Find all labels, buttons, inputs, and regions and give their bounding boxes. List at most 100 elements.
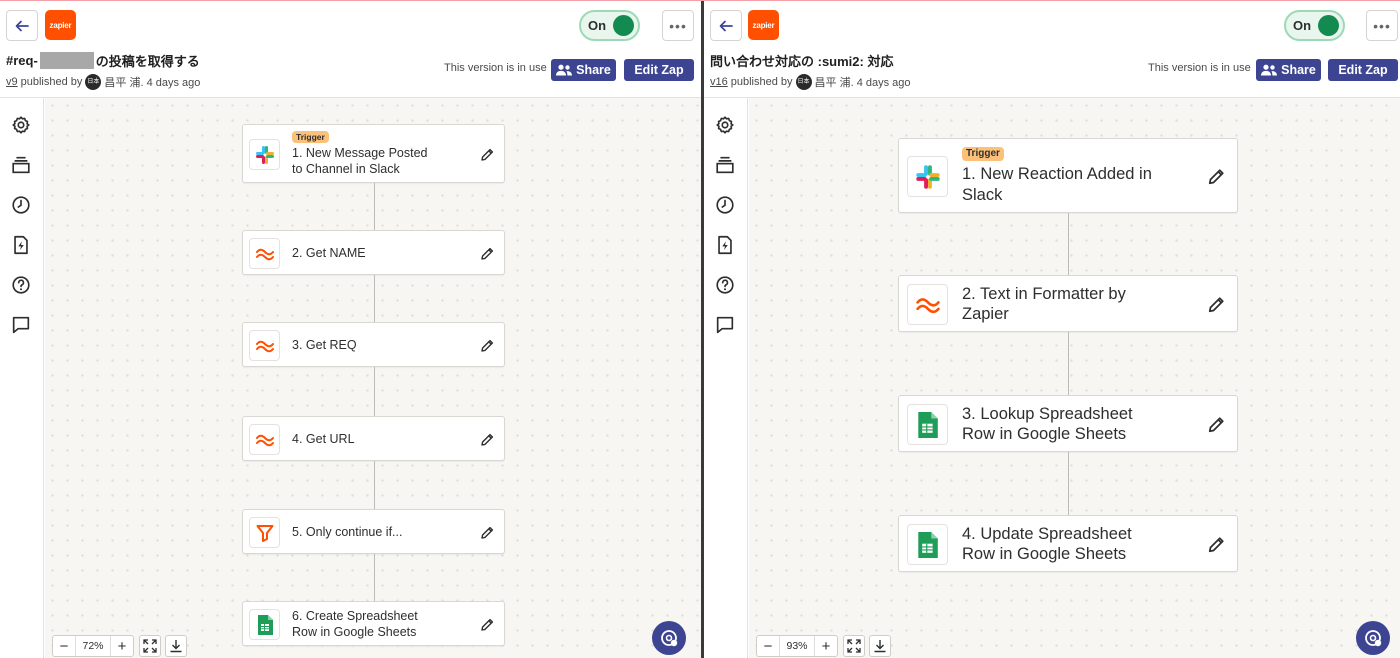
filter-icon	[249, 517, 280, 548]
version-in-use-label: This version is in use	[444, 62, 547, 74]
version-meta: v16 published by 日本 昌平 浦. 4 days ago	[710, 74, 911, 90]
step-title: 3. Get REQ	[292, 337, 357, 352]
step-connector	[1068, 452, 1069, 515]
step-card-2[interactable]: 2. Get NAME	[242, 230, 505, 275]
logo-text: zapier	[752, 20, 775, 30]
history-clock-icon[interactable]	[10, 194, 32, 216]
edit-pencil-icon[interactable]	[479, 246, 495, 267]
formatter-icon	[907, 284, 948, 325]
zapier-logo: zapier	[45, 10, 76, 40]
step-card-5[interactable]: 5. Only continue if...	[242, 509, 505, 554]
slack-icon	[249, 139, 280, 170]
zap-title: #req- の投稿を取得する	[6, 51, 200, 70]
redacted-text	[39, 52, 94, 69]
edit-zap-button[interactable]: Edit Zap	[624, 59, 694, 81]
versions-icon[interactable]	[714, 154, 736, 176]
edit-pencil-icon[interactable]	[1206, 295, 1226, 320]
share-label: Share	[1281, 63, 1316, 77]
arrow-left-icon	[719, 20, 733, 31]
more-options-button[interactable]: •••	[662, 10, 694, 41]
step-title: 2. Get NAME	[292, 245, 366, 260]
share-label: Share	[576, 63, 611, 77]
avatar: 日本	[795, 74, 812, 90]
step-card-4[interactable]: 4. Update Spreadsheet Row in Google Shee…	[898, 515, 1238, 572]
arrow-left-icon	[15, 20, 29, 31]
zoom-out-button[interactable]: −	[53, 636, 75, 656]
zoom-level: 72%	[75, 636, 111, 656]
window-top-border	[0, 0, 1400, 1]
comment-icon[interactable]	[714, 314, 736, 336]
expand-icon	[847, 639, 861, 653]
zoom-in-button[interactable]: +	[815, 636, 837, 656]
more-options-button[interactable]: •••	[1366, 10, 1398, 41]
author-info: 昌平 浦. 4 days ago	[814, 77, 911, 89]
edit-pencil-icon[interactable]	[1206, 535, 1226, 560]
help-question-icon[interactable]	[10, 274, 32, 296]
logo-text: zapier	[49, 20, 72, 30]
step-connector	[1068, 213, 1069, 275]
published-by-label: published by	[20, 76, 83, 88]
help-question-icon[interactable]	[714, 274, 736, 296]
step-title: 5. Only continue if...	[292, 524, 403, 539]
edit-pencil-icon[interactable]	[1206, 167, 1226, 192]
workflow-canvas[interactable]: Trigger 1. New Message Posted to Channel …	[45, 98, 701, 658]
zap-on-toggle[interactable]: On	[1284, 10, 1345, 41]
step-card-1[interactable]: Trigger 1. New Reaction Added in Slack	[898, 138, 1238, 213]
comment-icon[interactable]	[10, 314, 32, 336]
back-button[interactable]	[6, 10, 38, 41]
toggle-label: On	[588, 18, 607, 33]
edit-pencil-icon[interactable]	[479, 338, 495, 359]
version-link[interactable]: v16	[710, 76, 728, 88]
version-meta: v9 published by 日本 昌平 浦. 4 days ago	[6, 74, 200, 90]
share-button[interactable]: Share	[551, 59, 616, 81]
zap-on-toggle[interactable]: On	[579, 10, 640, 41]
step-card-2[interactable]: 2. Text in Formatter by Zapier	[898, 275, 1238, 332]
fit-to-screen-button[interactable]	[843, 635, 865, 657]
zap-editor-pane-left: zapier On ••• #req- の投稿を取得する v9 publishe…	[0, 1, 701, 658]
step-card-3[interactable]: 3. Lookup Spreadsheet Row in Google Shee…	[898, 395, 1238, 452]
step-card-3[interactable]: 3. Get REQ	[242, 322, 505, 367]
edit-pencil-icon[interactable]	[1206, 415, 1226, 440]
fit-to-screen-button[interactable]	[139, 635, 161, 657]
support-icon	[1365, 630, 1382, 647]
zoom-in-button[interactable]: +	[111, 636, 133, 656]
step-title: 4. Update Spreadsheet Row in Google Shee…	[962, 524, 1132, 564]
people-icon	[1261, 64, 1278, 76]
support-icon	[661, 630, 678, 647]
edit-pencil-icon[interactable]	[479, 525, 495, 546]
version-link[interactable]: v9	[6, 76, 18, 88]
step-title: 3. Lookup Spreadsheet Row in Google Shee…	[962, 404, 1133, 444]
toggle-knob	[1318, 15, 1339, 36]
google-sheets-icon	[907, 524, 948, 565]
step-card-6[interactable]: 6. Create Spreadsheet Row in Google Shee…	[242, 601, 505, 646]
zoom-level: 93%	[779, 636, 815, 656]
step-card-4[interactable]: 4. Get URL	[242, 416, 505, 461]
zap-title-suffix: の投稿を取得する	[95, 54, 200, 69]
sidebar-rail	[0, 98, 44, 658]
support-chat-button[interactable]	[1356, 621, 1390, 655]
edit-pencil-icon[interactable]	[479, 617, 495, 638]
toggle-label: On	[1293, 18, 1312, 33]
back-button[interactable]	[710, 10, 742, 41]
step-card-1[interactable]: Trigger 1. New Message Posted to Channel …	[242, 124, 505, 183]
edit-zap-button[interactable]: Edit Zap	[1328, 59, 1398, 81]
zoom-out-button[interactable]: −	[757, 636, 779, 656]
zap-runs-icon[interactable]	[714, 234, 736, 256]
settings-gear-icon[interactable]	[714, 114, 736, 136]
share-button[interactable]: Share	[1256, 59, 1321, 81]
settings-gear-icon[interactable]	[10, 114, 32, 136]
support-chat-button[interactable]	[652, 621, 686, 655]
edit-pencil-icon[interactable]	[479, 432, 495, 453]
download-button[interactable]	[165, 635, 187, 657]
zap-header: zapier On ••• 問い合わせ対応の :sumi2: 対応 v16 pu…	[704, 1, 1400, 98]
versions-icon[interactable]	[10, 154, 32, 176]
published-by-label: published by	[730, 76, 793, 88]
zap-runs-icon[interactable]	[10, 234, 32, 256]
download-button[interactable]	[869, 635, 891, 657]
zap-title: 問い合わせ対応の :sumi2: 対応	[710, 54, 894, 69]
formatter-icon	[249, 424, 280, 455]
history-clock-icon[interactable]	[714, 194, 736, 216]
workflow-canvas[interactable]: Trigger 1. New Reaction Added in Slack 2. …	[749, 98, 1400, 658]
step-connector	[373, 367, 375, 416]
edit-pencil-icon[interactable]	[479, 147, 495, 168]
